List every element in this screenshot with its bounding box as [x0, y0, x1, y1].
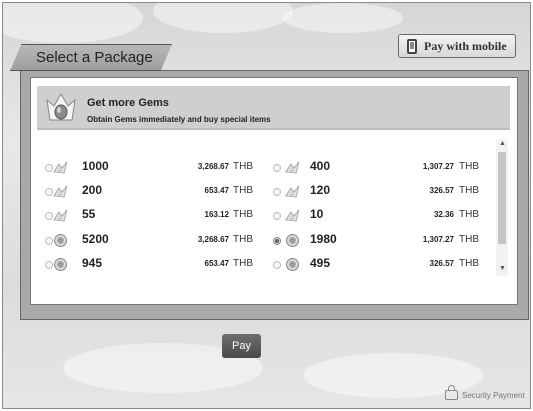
package-amount: 55: [82, 207, 96, 221]
banner-subtitle: Obtain Gems immediately and buy special …: [87, 115, 271, 124]
scrollbar-thumb[interactable]: [498, 152, 506, 244]
coin-icon: [54, 258, 67, 271]
package-amount: 200: [82, 183, 103, 197]
package-price: 653.47: [204, 186, 229, 195]
package-currency: THB: [233, 234, 253, 245]
package-price: 653.47: [204, 259, 229, 268]
lock-icon: [445, 385, 458, 400]
security-payment-badge: Security Payment: [445, 385, 525, 400]
gem-stack-icon: [53, 161, 68, 174]
background-cloud: [3, 3, 143, 43]
package-price: 1,307.27: [422, 235, 454, 244]
package-price: 163.12: [204, 210, 229, 219]
gem-stack-icon: [53, 185, 68, 198]
scroll-up-arrow-icon[interactable]: ▲: [499, 140, 506, 147]
pay-with-mobile-label: Pay with mobile: [424, 38, 507, 53]
select-package-title: Select a Package: [36, 49, 153, 66]
package-price: 326.57: [429, 186, 454, 195]
gem-stack-icon: [285, 161, 300, 174]
package-radio[interactable]: [273, 188, 281, 196]
package-currency: THB: [459, 258, 479, 269]
gem-crown-icon: [46, 93, 76, 121]
package-currency: THB: [233, 209, 253, 220]
package-price: 326.57: [429, 259, 454, 268]
package-currency: THB: [459, 234, 479, 245]
package-amount: 945: [82, 256, 103, 270]
package-radio[interactable]: [273, 212, 281, 220]
package-radio[interactable]: [45, 237, 53, 245]
package-amount: 5200: [82, 232, 109, 246]
mobile-phone-icon: [407, 38, 417, 54]
package-currency: THB: [233, 161, 253, 172]
package-amount: 1000: [82, 159, 109, 173]
gem-stack-icon: [285, 185, 300, 198]
pay-with-mobile-button[interactable]: Pay with mobile: [398, 34, 516, 58]
gem-stack-icon: [285, 209, 300, 222]
package-amount: 1980: [310, 232, 337, 246]
coin-icon: [54, 234, 67, 247]
gem-stack-icon: [53, 209, 68, 222]
package-radio[interactable]: [45, 261, 53, 269]
background-cloud: [283, 3, 403, 33]
scroll-down-arrow-icon[interactable]: ▼: [499, 265, 506, 272]
package-radio[interactable]: [273, 261, 281, 269]
package-radio[interactable]: [273, 237, 281, 245]
package-radio[interactable]: [273, 164, 281, 172]
package-radio[interactable]: [45, 164, 53, 172]
package-amount: 120: [310, 183, 331, 197]
coin-icon: [286, 234, 299, 247]
package-amount: 400: [310, 159, 331, 173]
package-price: 1,307.27: [422, 162, 454, 171]
package-currency: THB: [459, 185, 479, 196]
banner-title: Get more Gems: [87, 97, 169, 109]
package-currency: THB: [459, 209, 479, 220]
security-payment-label: Security Payment: [462, 390, 525, 400]
package-currency: THB: [459, 161, 479, 172]
package-price: 3,268.67: [197, 235, 229, 244]
pay-button[interactable]: Pay: [222, 334, 261, 358]
background-cloud: [153, 3, 293, 33]
package-currency: THB: [233, 258, 253, 269]
package-radio[interactable]: [45, 212, 53, 220]
coin-icon: [286, 258, 299, 271]
package-amount: 10: [310, 207, 324, 221]
package-radio[interactable]: [45, 188, 53, 196]
package-currency: THB: [233, 185, 253, 196]
package-amount: 495: [310, 256, 331, 270]
package-price: 32.36: [433, 210, 454, 219]
package-price: 3,268.67: [197, 162, 229, 171]
